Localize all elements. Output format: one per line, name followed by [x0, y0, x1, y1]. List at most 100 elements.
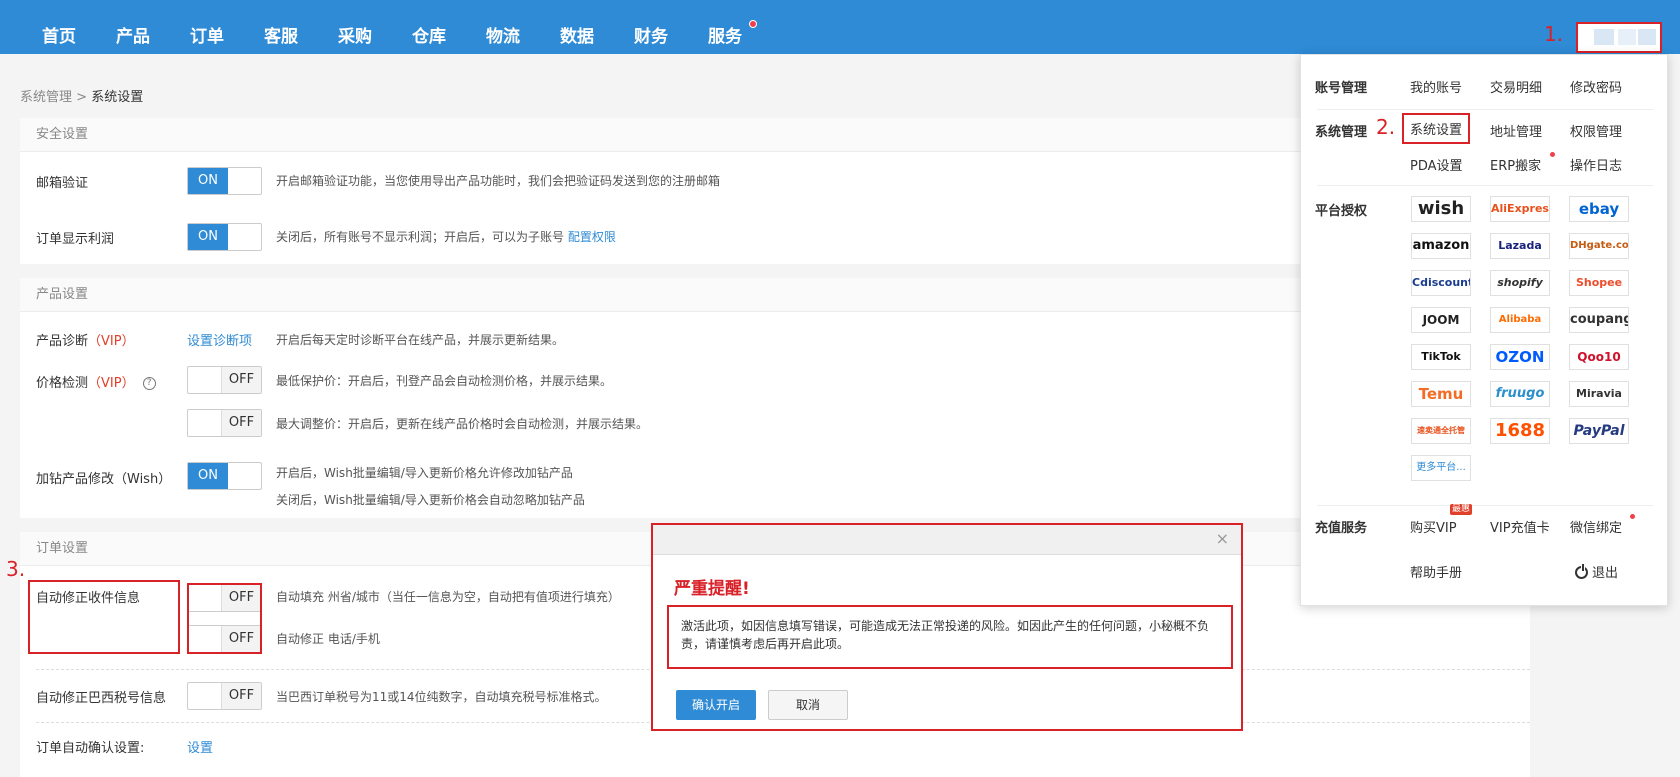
platform-cdiscount[interactable]: Cdiscount [1411, 270, 1471, 296]
new-dot [1550, 152, 1555, 157]
product-diagnosis-desc: 开启后每天定时诊断平台在线产品，并展示更新结果。 [276, 333, 565, 347]
platform-lazada[interactable]: Lazada [1490, 233, 1550, 259]
pda-settings-link[interactable]: PDA设置 [1410, 155, 1463, 174]
price-check-text: 价格检测 [36, 376, 89, 391]
show-profit-desc: 关闭后，所有账号不显示利润；开启后，可以为子账号 配置权限 [276, 228, 616, 245]
nav-logistics[interactable]: 物流 [486, 22, 520, 47]
address-management-link[interactable]: 地址管理 [1490, 121, 1542, 140]
max-price-desc: 最大调整价：开启后，更新在线产品价格时会自动检测，并展示结果。 [276, 417, 649, 431]
my-account-link[interactable]: 我的账号 [1410, 77, 1462, 96]
vip-tag: （VIP） [88, 334, 135, 349]
account-dropdown: 账号管理 我的账号 交易明细 修改密码 系统管理 2. 系统设置 地址管理 权限… [1300, 54, 1668, 606]
warning-modal: × 严重提醒! 激活此项，如因信息填写错误，可能造成无法正常投递的风险。如因此产… [651, 523, 1243, 731]
buy-vip-link[interactable]: 购买VIP [1410, 517, 1457, 536]
toggle-state: ON [188, 168, 228, 194]
email-verify-toggle[interactable]: ON [187, 167, 262, 195]
platform-1688[interactable]: 1688 [1490, 418, 1550, 444]
auto-confirm-settings-link[interactable]: 设置 [187, 737, 213, 756]
modal-header: × [653, 525, 1241, 555]
nav-data[interactable]: 数据 [560, 22, 594, 47]
divider [1317, 185, 1653, 186]
nav-purchase[interactable]: 采购 [338, 22, 372, 47]
help-icon[interactable]: ? [142, 377, 156, 390]
platform-ebay[interactable]: ebay [1569, 196, 1629, 222]
diamond-product-desc-1: 开启后，Wish批量编辑/导入更新价格允许修改加钻产品 [276, 466, 573, 480]
platform-amazon[interactable]: amazon [1411, 233, 1471, 259]
nav-warehouse[interactable]: 仓库 [412, 22, 446, 47]
show-profit-label: 订单显示利润 [36, 232, 115, 247]
nav-product[interactable]: 产品 [116, 22, 150, 47]
more-platforms-button[interactable]: 更多平台... [1411, 455, 1471, 481]
product-diagnosis-label: 产品诊断（VIP） [36, 330, 135, 349]
power-icon [1575, 564, 1588, 579]
diagnosis-settings-link[interactable]: 设置诊断项 [187, 330, 252, 349]
platform-coupang[interactable]: coupang [1569, 307, 1629, 333]
highlight-box-label [28, 580, 180, 654]
highlight-box-toggles [187, 583, 262, 654]
confirm-enable-button[interactable]: 确认开启 [676, 690, 756, 720]
divider [1317, 505, 1653, 506]
system-settings-link[interactable]: 系统设置 [1402, 113, 1471, 144]
nav-order[interactable]: 订单 [190, 22, 224, 47]
wechat-bind-link[interactable]: 微信绑定 [1570, 517, 1622, 536]
platform-paypal[interactable]: PayPal [1569, 418, 1629, 444]
breadcrumb-parent[interactable]: 系统管理 [20, 90, 72, 105]
nav-services[interactable]: 服务 [708, 22, 742, 47]
nav-service[interactable]: 客服 [264, 22, 298, 47]
brazil-tax-label: 自动修正巴西税号信息 [36, 691, 167, 706]
transaction-detail-link[interactable]: 交易明细 [1490, 77, 1542, 96]
breadcrumb-current: 系统设置 [91, 90, 144, 105]
diamond-product-toggle[interactable]: ON [187, 462, 262, 490]
show-profit-toggle[interactable]: ON [187, 223, 262, 251]
nav-finance[interactable]: 财务 [634, 22, 668, 47]
toggle-state: OFF [221, 367, 261, 393]
toggle-state: ON [188, 224, 228, 250]
product-diagnosis-text: 产品诊断 [36, 334, 89, 349]
account-name-blur [1618, 29, 1636, 45]
platform-ozon[interactable]: OZON [1490, 344, 1550, 370]
platform-shopee[interactable]: Shopee [1569, 270, 1629, 296]
configure-permission-link[interactable]: 配置权限 [568, 230, 616, 244]
divider [1317, 109, 1653, 110]
nav-home[interactable]: 首页 [42, 22, 76, 47]
vip-discount-badge: 最惠 [1450, 504, 1473, 515]
cancel-button[interactable]: 取消 [768, 690, 848, 720]
change-password-link[interactable]: 修改密码 [1570, 77, 1622, 96]
min-price-desc: 最低保护价：开启后，刊登产品会自动检测价格，并展示结果。 [276, 374, 613, 388]
email-verify-label: 邮箱验证 [36, 176, 89, 191]
account-menu-button[interactable] [1576, 22, 1662, 53]
platform-fruugo[interactable]: fruugo [1490, 381, 1550, 407]
vip-tag: （VIP） [88, 376, 135, 391]
show-profit-desc-text: 关闭后，所有账号不显示利润；开启后，可以为子账号 [276, 230, 565, 244]
account-management-label: 账号管理 [1315, 81, 1368, 96]
notification-dot [749, 20, 757, 28]
max-price-toggle[interactable]: OFF [187, 409, 262, 437]
platform-aliexpress-choice[interactable]: 速卖通全托管 [1411, 418, 1471, 444]
platform-shopify[interactable]: shopify [1490, 270, 1550, 296]
toggle-state: OFF [221, 683, 261, 709]
logout-button[interactable]: 退出 [1575, 562, 1618, 581]
operation-log-link[interactable]: 操作日志 [1570, 155, 1622, 174]
close-icon[interactable]: × [1216, 529, 1229, 548]
permission-management-link[interactable]: 权限管理 [1570, 121, 1622, 140]
platform-joom[interactable]: JOOM [1411, 307, 1471, 333]
help-manual-link[interactable]: 帮助手册 [1410, 562, 1462, 581]
platform-alibaba[interactable]: Alibaba [1490, 307, 1550, 333]
platform-wish[interactable]: wish [1411, 196, 1471, 222]
platform-auth-label: 平台授权 [1315, 204, 1368, 219]
platform-dhgate[interactable]: DHgate.com [1569, 233, 1629, 259]
breadcrumb: 系统管理 > 系统设置 [20, 86, 143, 105]
toggle-state: OFF [221, 410, 261, 436]
platform-tiktok[interactable]: TikTok [1411, 344, 1471, 370]
platform-miravia[interactable]: Miravia [1569, 381, 1629, 407]
vip-card-link[interactable]: VIP充值卡 [1490, 517, 1550, 536]
platform-aliexpress[interactable]: AliExpress [1490, 196, 1550, 222]
brazil-tax-toggle[interactable]: OFF [187, 682, 262, 710]
diamond-product-label: 加钻产品修改（Wish） [36, 472, 172, 487]
erp-migration-link[interactable]: ERP搬家 [1490, 155, 1541, 174]
platform-temu[interactable]: Temu [1411, 381, 1471, 407]
min-price-toggle[interactable]: OFF [187, 366, 262, 394]
platform-qoo10[interactable]: Qoo10 [1569, 344, 1629, 370]
marker-2: 2. [1376, 115, 1396, 139]
breadcrumb-separator: > [76, 90, 88, 105]
